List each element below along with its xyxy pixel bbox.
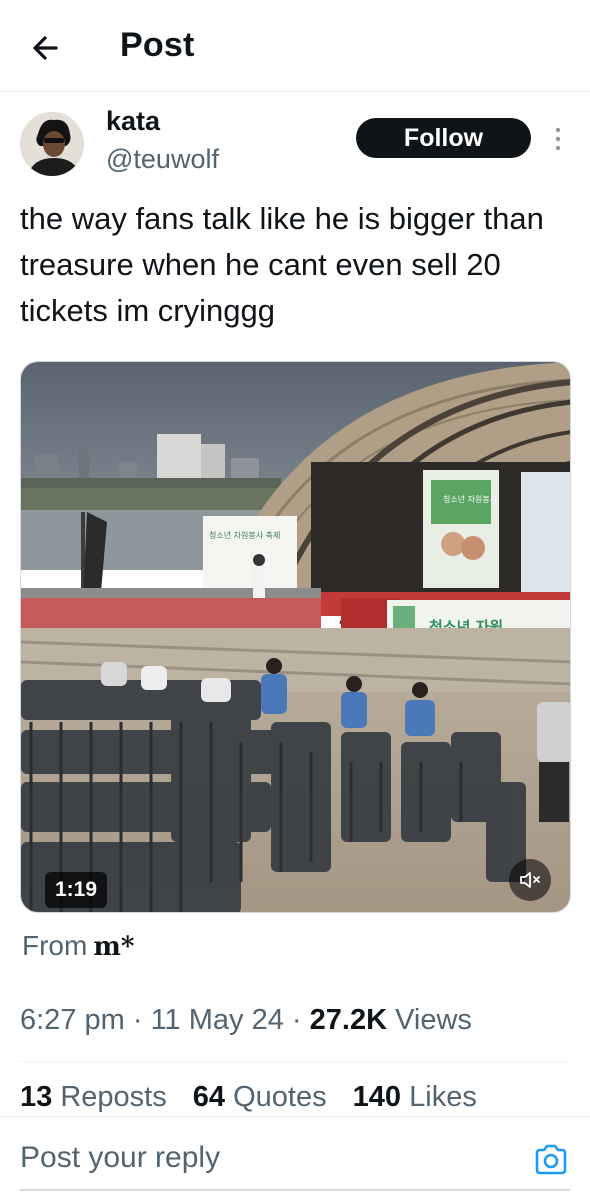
- author-handle[interactable]: @teuwolf: [106, 144, 219, 175]
- source-attribution: From m*: [22, 930, 134, 962]
- top-bar: Post: [0, 0, 590, 92]
- post-text: the way fans talk like he is bigger than…: [20, 201, 544, 328]
- quotes-label: Quotes: [225, 1081, 327, 1113]
- likes-stat[interactable]: 140 Likes: [353, 1081, 477, 1113]
- left-sign-text: 청소년 자원봉사 축제: [209, 530, 280, 540]
- reply-input-underline: [20, 1189, 570, 1191]
- follow-button[interactable]: Follow: [356, 118, 531, 158]
- arrow-left-icon: [33, 36, 58, 60]
- quotes-stat[interactable]: 64 Quotes: [193, 1081, 327, 1113]
- post-time[interactable]: 6:27 pm: [20, 1004, 125, 1036]
- back-button[interactable]: [26, 28, 66, 68]
- quotes-count: 64: [192, 1081, 226, 1113]
- video-thumbnail: 청소년 자원 청소년 자원봉사 축제 청소년 자원봉사: [21, 362, 570, 912]
- center-sign-text: 청소년 자원봉사: [443, 494, 498, 504]
- speaker-muted-icon: [520, 872, 540, 888]
- likes-label: Likes: [401, 1081, 477, 1113]
- mute-button[interactable]: [509, 859, 551, 901]
- likes-count: 140: [352, 1081, 402, 1113]
- post-date[interactable]: 11 May 24: [151, 1004, 284, 1036]
- video-player[interactable]: 청소년 자원 청소년 자원봉사 축제 청소년 자원봉사 1:19: [20, 361, 571, 913]
- meta-separator: ·: [124, 1004, 151, 1036]
- camera-button[interactable]: [532, 1141, 570, 1179]
- author-display-name[interactable]: kata: [106, 106, 160, 137]
- views-label: Views: [387, 1004, 472, 1036]
- video-duration-badge: 1:19: [45, 872, 108, 908]
- engagement-stats: 13 Reposts 64 Quotes 140 Likes: [20, 1081, 495, 1114]
- reposts-label: Reposts: [52, 1081, 167, 1113]
- post-meta: 6:27 pm · 11 May 24 · 27.2K Views: [20, 1004, 472, 1037]
- more-vertical-icon: [555, 127, 561, 151]
- reposts-stat[interactable]: 13 Reposts: [20, 1081, 167, 1113]
- reposts-count: 13: [20, 1081, 53, 1113]
- source-name[interactable]: m*: [93, 932, 134, 962]
- camera-icon: [535, 1144, 567, 1175]
- page-title: Post: [120, 26, 195, 64]
- meta-separator: ·: [283, 1004, 310, 1036]
- reply-bar: Post your reply: [0, 1116, 590, 1200]
- avatar[interactable]: [20, 112, 84, 176]
- divider: [20, 1061, 570, 1062]
- reply-input[interactable]: Post your reply: [20, 1141, 220, 1175]
- more-options-button[interactable]: [548, 124, 568, 154]
- source-prefix: From: [22, 930, 88, 961]
- views-count: 27.2K: [309, 1004, 388, 1036]
